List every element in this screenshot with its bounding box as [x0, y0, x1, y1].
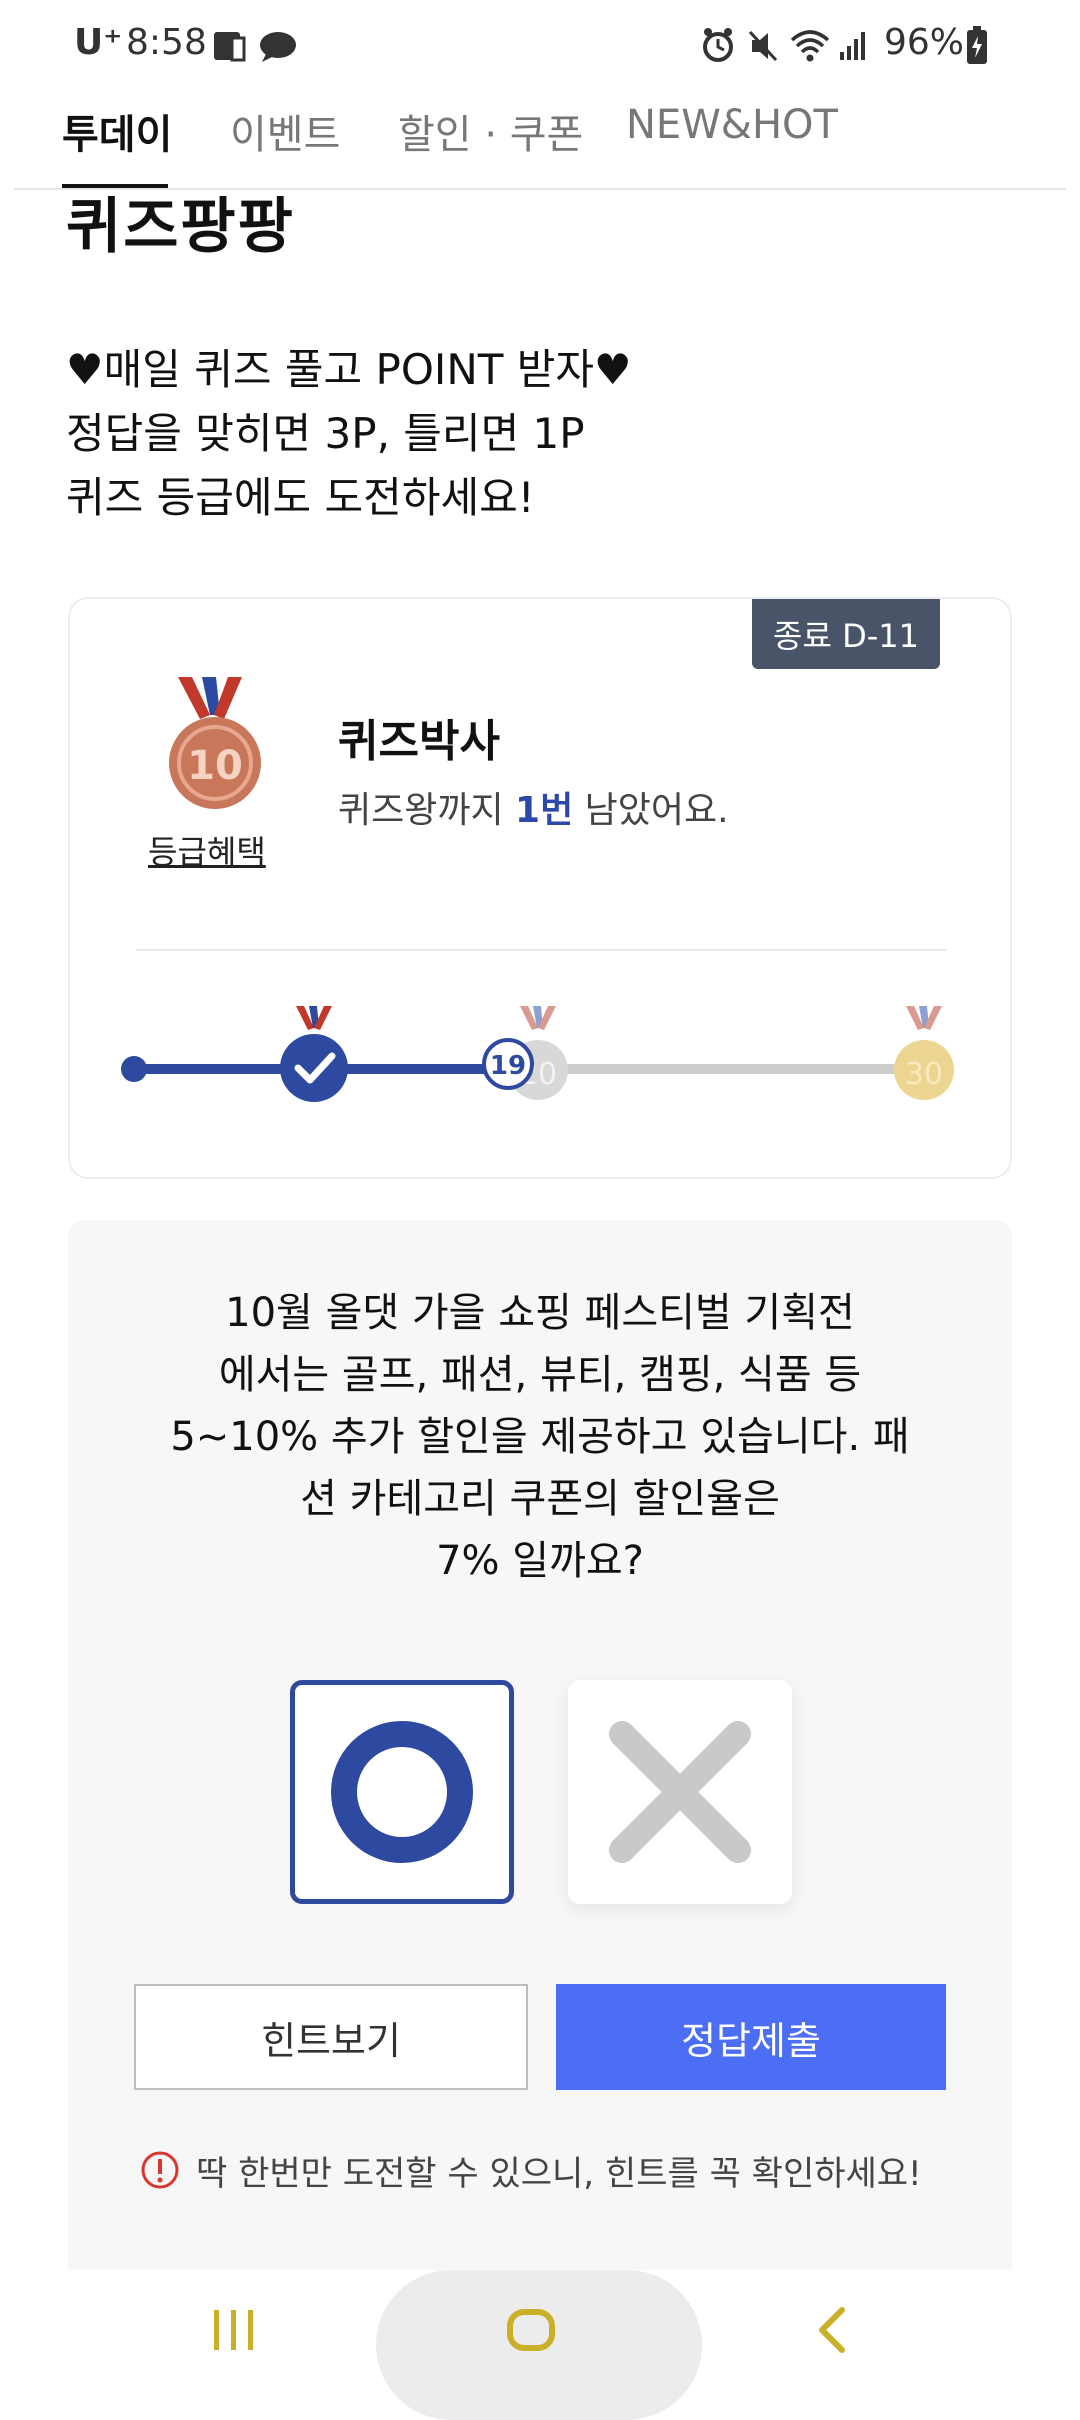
intro-line-1: ♥매일 퀴즈 풀고 POINT 받자♥: [66, 345, 632, 394]
milestone-bronze-checked: [280, 1006, 348, 1102]
system-status-icons: [700, 26, 870, 70]
notification-icons: [212, 28, 302, 68]
cross-x-icon: [609, 1721, 751, 1863]
medal-number: 10: [187, 743, 243, 789]
intro-line-3: 퀴즈 등급에도 도전하세요!: [66, 473, 535, 522]
grade-description: 퀴즈왕까지 1번 남았어요.: [338, 781, 729, 833]
question-line-3: 5~10% 추가 할인을 제공하고 있습니다. 패: [170, 1414, 910, 1460]
notice-text: 딱 한번만 도전할 수 있으니, 힌트를 꼭 확인하세요!: [196, 2154, 922, 2194]
quiz-panel: 10월 올댓 가을 쇼핑 페스티벌 기획전 에서는 골프, 패션, 뷰티, 캠핑…: [68, 1220, 1012, 2270]
bronze-medal-icon: 10: [160, 675, 270, 815]
progress-empty-track: [514, 1064, 914, 1074]
warning-icon: [141, 2151, 179, 2189]
answer-o-button[interactable]: [290, 1680, 514, 1904]
submit-answer-button[interactable]: 정답제출: [556, 1984, 946, 2090]
notice: 딱 한번만 도전할 수 있으니, 힌트를 꼭 확인하세요!: [140, 2142, 990, 2202]
hint-button[interactable]: 힌트보기: [134, 1984, 528, 2090]
tab-event[interactable]: 이벤트: [230, 102, 340, 160]
system-nav-bar: [0, 2270, 1080, 2420]
tab-discount-coupon[interactable]: 할인 · 쿠폰: [398, 102, 583, 160]
intro-line-2: 정답을 맞히면 3P, 틀리면 1P: [66, 409, 585, 458]
top-tab-bar: 투데이 이벤트 할인 · 쿠폰 NEW&HOT: [0, 90, 1080, 190]
current-count: 19: [490, 1051, 526, 1081]
card-divider: [136, 949, 946, 951]
circle-o-icon: [331, 1721, 473, 1863]
grade-benefit-link[interactable]: 등급혜택: [148, 827, 266, 873]
home-icon[interactable]: [504, 2304, 560, 2356]
question-line-5: 7% 일까요?: [436, 1538, 644, 1584]
remaining-count: 1번: [515, 790, 574, 831]
back-icon[interactable]: [812, 2304, 852, 2356]
grade-progress-bar: 20 19 30: [110, 994, 990, 1104]
battery-percent: 96%: [884, 22, 965, 63]
desc-suffix: 남았어요.: [573, 790, 729, 831]
question-line-4: 션 카테고리 쿠폰의 할인율은: [300, 1476, 780, 1522]
clock: 8:58: [126, 22, 207, 63]
grade-card: 종료 D-11 10 등급혜택 퀴즈박사 퀴즈왕까지 1번 남았어요. 20 1…: [68, 597, 1012, 1179]
current-progress-marker: 19: [482, 1038, 534, 1090]
recent-apps-icon[interactable]: [208, 2304, 260, 2356]
dday-badge: 종료 D-11: [752, 599, 940, 669]
tab-today[interactable]: 투데이: [62, 102, 172, 160]
question-line-1: 10월 올댓 가을 쇼핑 페스티벌 기획전: [225, 1290, 855, 1336]
progress-start-dot: [121, 1056, 147, 1082]
answer-x-button[interactable]: [568, 1680, 792, 1904]
battery-icon: [966, 26, 988, 70]
status-bar: U⁺ 8:58 96%: [0, 0, 1080, 90]
milestone-gold-number: 30: [905, 1057, 943, 1092]
desc-prefix: 퀴즈왕까지: [338, 790, 516, 831]
question-line-2: 에서는 골프, 패션, 뷰티, 캠핑, 식품 등: [218, 1352, 862, 1398]
carrier-label: U⁺: [74, 22, 123, 63]
grade-name: 퀴즈박사: [338, 716, 500, 767]
page-title: 퀴즈팡팡: [66, 192, 295, 262]
milestone-gold: 30: [894, 1006, 954, 1100]
tab-new-hot[interactable]: NEW&HOT: [626, 102, 838, 148]
